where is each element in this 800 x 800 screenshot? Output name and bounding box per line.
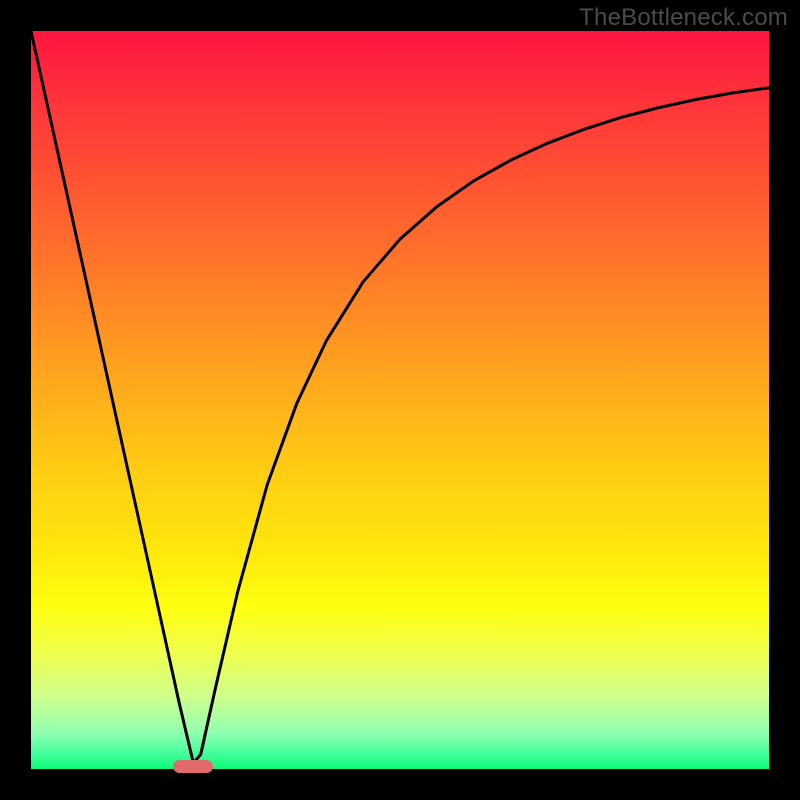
optimal-marker-pill: [173, 760, 213, 773]
watermark-text: TheBottleneck.com: [579, 4, 788, 32]
chart-frame: TheBottleneck.com: [0, 0, 800, 800]
bottleneck-curve: [31, 31, 769, 769]
